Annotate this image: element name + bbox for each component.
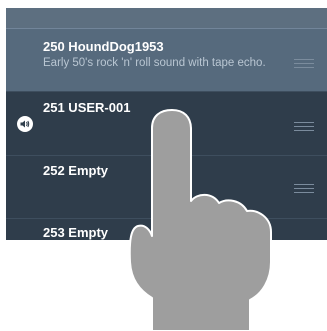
preset-description: Early 50's rock 'n' roll sound with tape… [43,57,266,69]
preset-row-252[interactable]: 252 Empty [6,156,327,219]
preset-title: 252 Empty [43,163,109,178]
drag-handle-icon[interactable] [294,122,314,131]
preset-row-253[interactable]: 253 Empty [6,219,327,240]
drag-handle-icon[interactable] [294,184,314,193]
preset-title: 250 HoundDog1953 [43,39,164,54]
preset-title: 253 Empty [43,225,109,240]
preset-title: 251 USER-001 [43,100,131,115]
preset-row-250[interactable]: 250 HoundDog1953 Early 50's rock 'n' rol… [6,29,327,92]
drag-handle-icon[interactable] [294,59,314,68]
preset-row-251[interactable]: 251 USER-001 [6,92,327,156]
speaker-icon[interactable] [17,116,33,132]
preset-list: 250 HoundDog1953 Early 50's rock 'n' rol… [6,8,327,240]
previous-row-edge [6,8,327,29]
